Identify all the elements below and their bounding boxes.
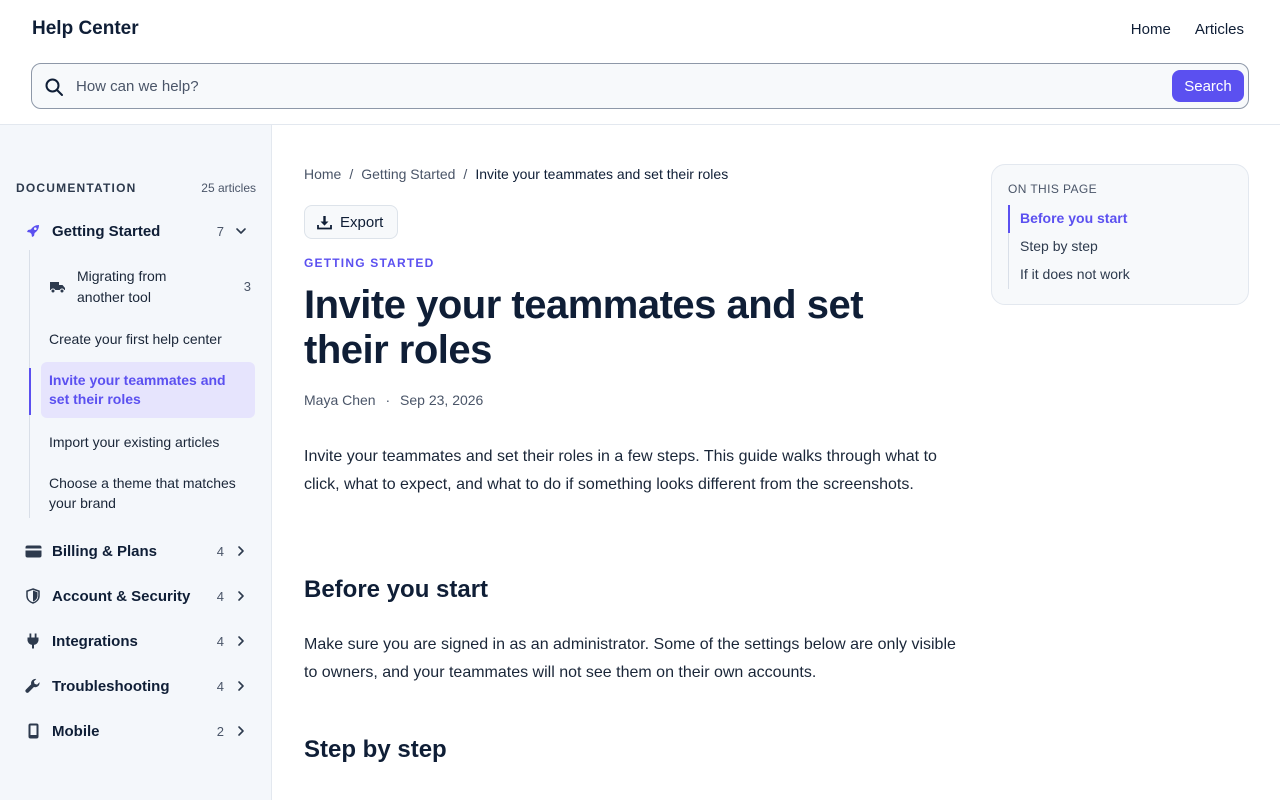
toc-item-before-you-start[interactable]: Before you start	[1020, 210, 1127, 226]
brand-logo[interactable]: Help Center	[32, 18, 139, 40]
article-author: Maya Chen	[304, 392, 376, 408]
article-meta: Maya Chen · Sep 23, 2026	[304, 392, 483, 408]
chevron-down-icon	[236, 228, 246, 234]
category-count: 4	[216, 543, 224, 559]
nav-articles-link[interactable]: Articles	[1195, 21, 1244, 38]
article-category-label: GETTING STARTED	[304, 256, 435, 270]
sidebar-category-mobile[interactable]: Mobile 2	[16, 713, 256, 749]
chevron-right-icon	[238, 636, 244, 646]
article-title: Invite your teammates and set their role…	[304, 283, 864, 372]
section-heading-before-you-start: Before you start	[304, 576, 489, 603]
breadcrumb-home-link[interactable]: Home	[304, 166, 341, 182]
article-date: Sep 23, 2026	[400, 392, 484, 408]
category-count: 7	[216, 223, 224, 239]
chevron-right-icon	[238, 681, 244, 691]
truck-icon	[49, 278, 67, 296]
export-button[interactable]: Export	[304, 205, 399, 239]
category-label: Billing & Plans	[52, 542, 158, 560]
breadcrumb: Home / Getting Started / Invite your tea…	[304, 166, 728, 182]
sidebar-item-import-articles[interactable]: Import your existing articles	[41, 432, 255, 452]
chevron-right-icon	[238, 591, 244, 601]
site-header: Help Center Home Articles Search	[0, 0, 1280, 125]
sidebar-category-getting-started[interactable]: Getting Started 7	[16, 213, 256, 249]
category-label: Account & Security	[52, 587, 191, 605]
sidebar-category-integrations[interactable]: Integrations 4	[16, 623, 256, 659]
section-body-before-you-start: Make sure you are signed in as an admini…	[304, 636, 956, 681]
sidebar-item-choose-theme[interactable]: Choose a theme that matches your brand	[41, 473, 247, 513]
chevron-right-icon	[238, 726, 244, 736]
meta-separator: ·	[385, 392, 391, 408]
export-label: Export	[340, 213, 384, 231]
wrench-icon	[24, 677, 42, 695]
breadcrumb-current: Invite your teammates and set their role…	[475, 166, 729, 182]
chevron-right-icon	[238, 546, 244, 556]
toc-title: ON THIS PAGE	[1008, 182, 1098, 196]
sidebar-item-label: Migrating from another tool	[77, 268, 167, 305]
breadcrumb-category-link[interactable]: Getting Started	[361, 166, 455, 182]
credit-card-icon	[24, 542, 42, 560]
nav-home-link[interactable]: Home	[1131, 21, 1171, 38]
toc-item-step-by-step[interactable]: Step by step	[1020, 238, 1098, 254]
section-heading-step-by-step: Step by step	[304, 736, 447, 763]
search-icon	[45, 78, 63, 96]
sidebar-category-troubleshooting[interactable]: Troubleshooting 4	[16, 668, 256, 704]
search-bar: Search	[31, 63, 1249, 109]
category-count: 4	[216, 588, 224, 604]
table-of-contents: ON THIS PAGE Before you start Step by st…	[991, 164, 1249, 305]
sidebar-item-create-help-center[interactable]: Create your first help center	[41, 329, 255, 349]
subgroup-count: 3	[243, 279, 251, 294]
download-icon	[317, 215, 332, 229]
rocket-icon	[24, 222, 42, 240]
category-count: 2	[216, 723, 224, 739]
breadcrumb-separator: /	[349, 166, 354, 182]
sidebar-item-migrating[interactable]: Migrating from another tool 3	[41, 266, 255, 308]
category-count: 4	[216, 633, 224, 649]
sidebar-article-count: 25 articles	[201, 181, 256, 195]
sidebar: DOCUMENTATION 25 articles Getting Starte…	[0, 125, 272, 800]
category-label: Getting Started	[52, 222, 161, 240]
article-intro: Invite your teammates and set their role…	[304, 448, 937, 493]
sidebar-header: DOCUMENTATION 25 articles	[16, 181, 256, 195]
sidebar-category-account-security[interactable]: Account & Security 4	[16, 578, 256, 614]
toc-item-if-it-does-not-work[interactable]: If it does not work	[1020, 266, 1130, 282]
category-label: Mobile	[52, 722, 100, 740]
search-button[interactable]: Search	[1172, 70, 1244, 102]
plug-icon	[24, 632, 42, 650]
search-input[interactable]	[76, 72, 1166, 100]
breadcrumb-separator: /	[463, 166, 468, 182]
phone-icon	[24, 722, 42, 740]
sidebar-item-invite-teammates[interactable]: Invite your teammates and set their role…	[41, 362, 255, 418]
active-indicator	[29, 368, 31, 415]
shield-icon	[24, 587, 42, 605]
toc-active-indicator	[1008, 205, 1010, 233]
category-label: Integrations	[52, 632, 138, 650]
category-label: Troubleshooting	[52, 677, 170, 695]
category-count: 4	[216, 678, 224, 694]
sidebar-category-billing[interactable]: Billing & Plans 4	[16, 533, 256, 569]
sidebar-title: DOCUMENTATION	[16, 181, 137, 195]
article-main: Home / Getting Started / Invite your tea…	[304, 125, 964, 800]
top-nav: Home Articles	[1131, 21, 1244, 38]
